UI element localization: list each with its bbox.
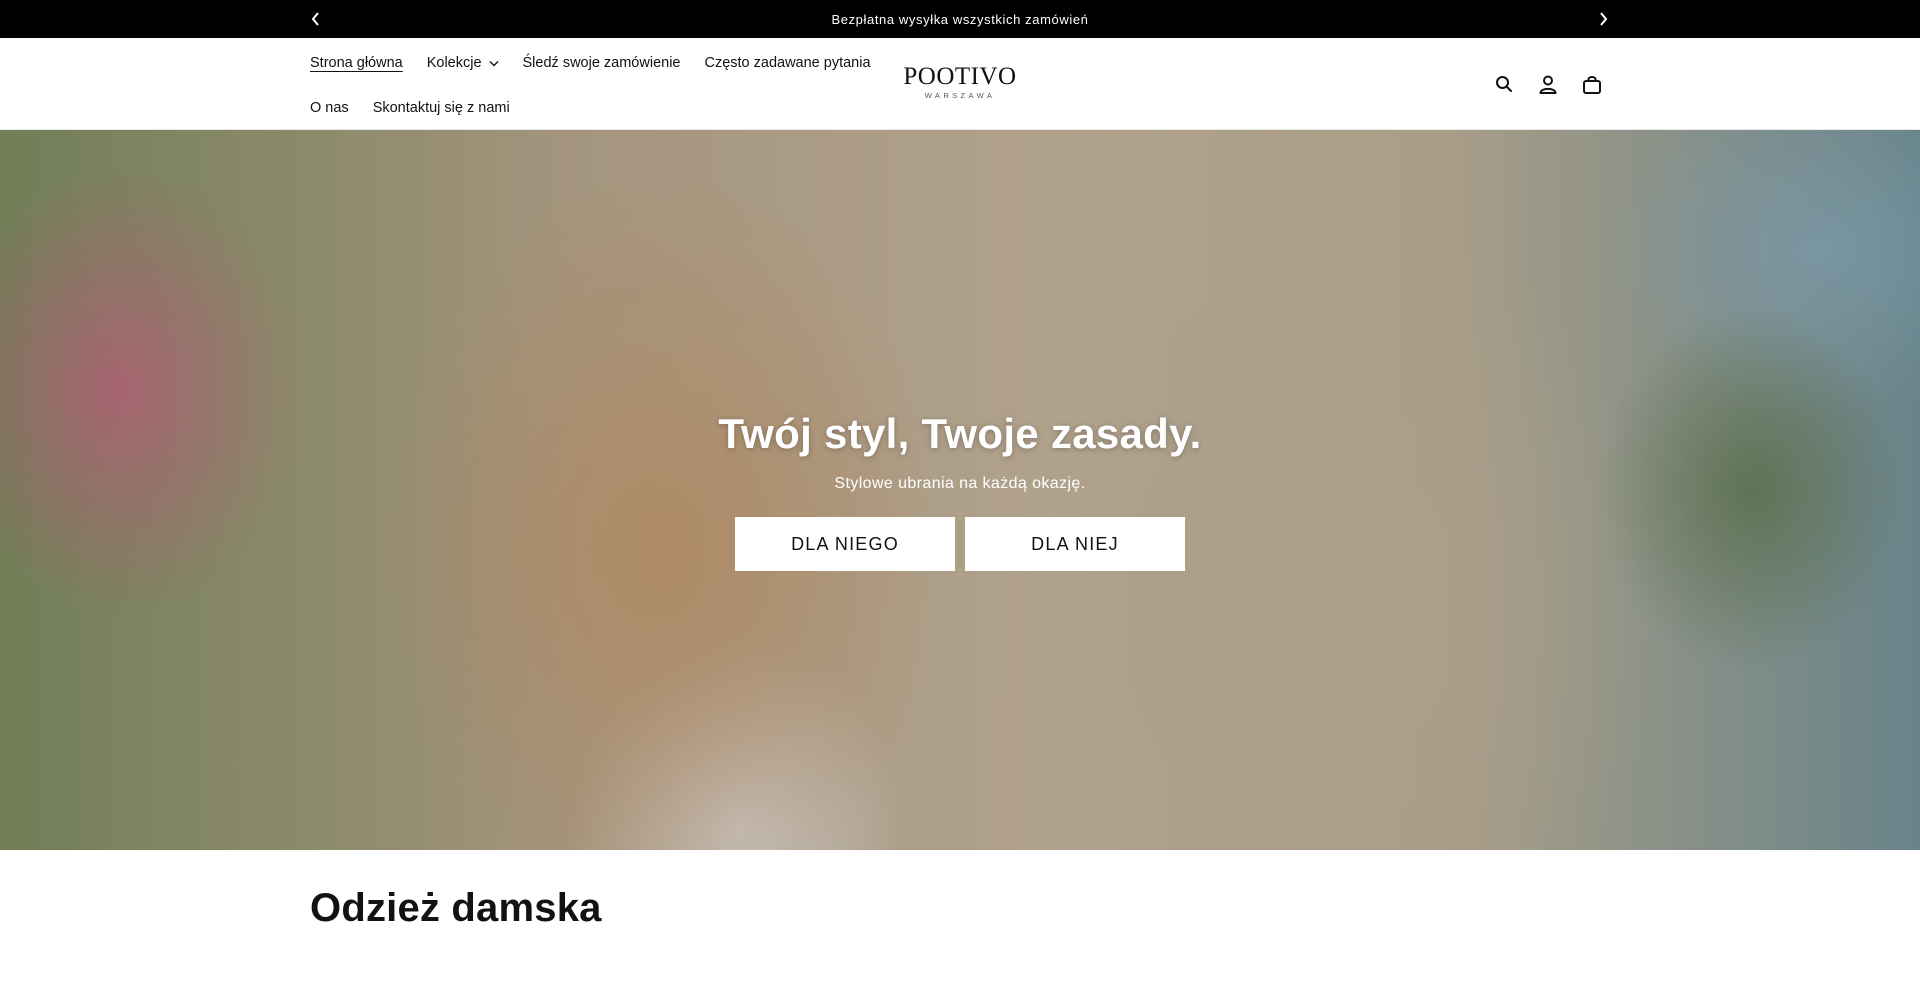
logo-tagline: WARSZAWA	[924, 91, 996, 100]
header-icons	[1490, 70, 1622, 98]
nav-item-collections[interactable]: Kolekcje	[427, 55, 499, 71]
hero-content: Twój styl, Twoje zasady. Stylowe ubrania…	[0, 130, 1920, 850]
nav-item-faq[interactable]: Często zadawane pytania	[704, 55, 870, 71]
nav-row: Strona główna Kolekcje Śledź swoje zamów…	[310, 38, 900, 88]
chevron-down-icon	[489, 60, 499, 67]
hero-banner: Twój styl, Twoje zasady. Stylowe ubrania…	[0, 130, 1920, 850]
for-him-button[interactable]: DLA NIEGO	[735, 517, 955, 571]
nav-item-home[interactable]: Strona główna	[310, 55, 403, 71]
section-title: Odzież damska	[310, 886, 602, 930]
nav-item-contact[interactable]: Skontaktuj się z nami	[373, 100, 510, 116]
hero-buttons: DLA NIEGO DLA NIEJ	[735, 517, 1195, 571]
announcement-prev-button[interactable]	[305, 8, 327, 30]
logo-name: POOTIVO	[903, 63, 1017, 90]
main-nav: Strona główna Kolekcje Śledź swoje zamów…	[310, 38, 900, 128]
nav-item-track-order[interactable]: Śledź swoje zamówienie	[523, 55, 681, 71]
nav-item-about[interactable]: O nas	[310, 100, 349, 116]
site-header: Strona główna Kolekcje Śledź swoje zamów…	[0, 38, 1920, 130]
hero-subtitle: Stylowe ubrania na każdą okazję.	[834, 475, 1086, 492]
chevron-left-icon	[311, 12, 319, 26]
for-her-button[interactable]: DLA NIEJ	[965, 517, 1185, 571]
site-logo[interactable]: POOTIVO WARSZAWA	[900, 63, 1020, 101]
chevron-right-icon	[1600, 12, 1608, 26]
nav-item-label: Kolekcje	[426, 55, 482, 71]
announcement-next-button[interactable]	[1592, 8, 1614, 30]
account-button[interactable]	[1534, 70, 1562, 98]
search-icon	[1496, 76, 1512, 92]
cart-button[interactable]	[1578, 70, 1606, 98]
cart-icon	[1583, 75, 1601, 94]
account-icon	[1539, 75, 1557, 94]
announcement-text: Bezpłatna wysyłka wszystkich zamówień	[831, 11, 1089, 27]
hero-title: Twój styl, Twoje zasady.	[718, 410, 1202, 457]
nav-row: O nas Skontaktuj się z nami	[310, 88, 900, 128]
announcement-bar: Bezpłatna wysyłka wszystkich zamówień	[0, 0, 1920, 38]
search-button[interactable]	[1490, 70, 1518, 98]
